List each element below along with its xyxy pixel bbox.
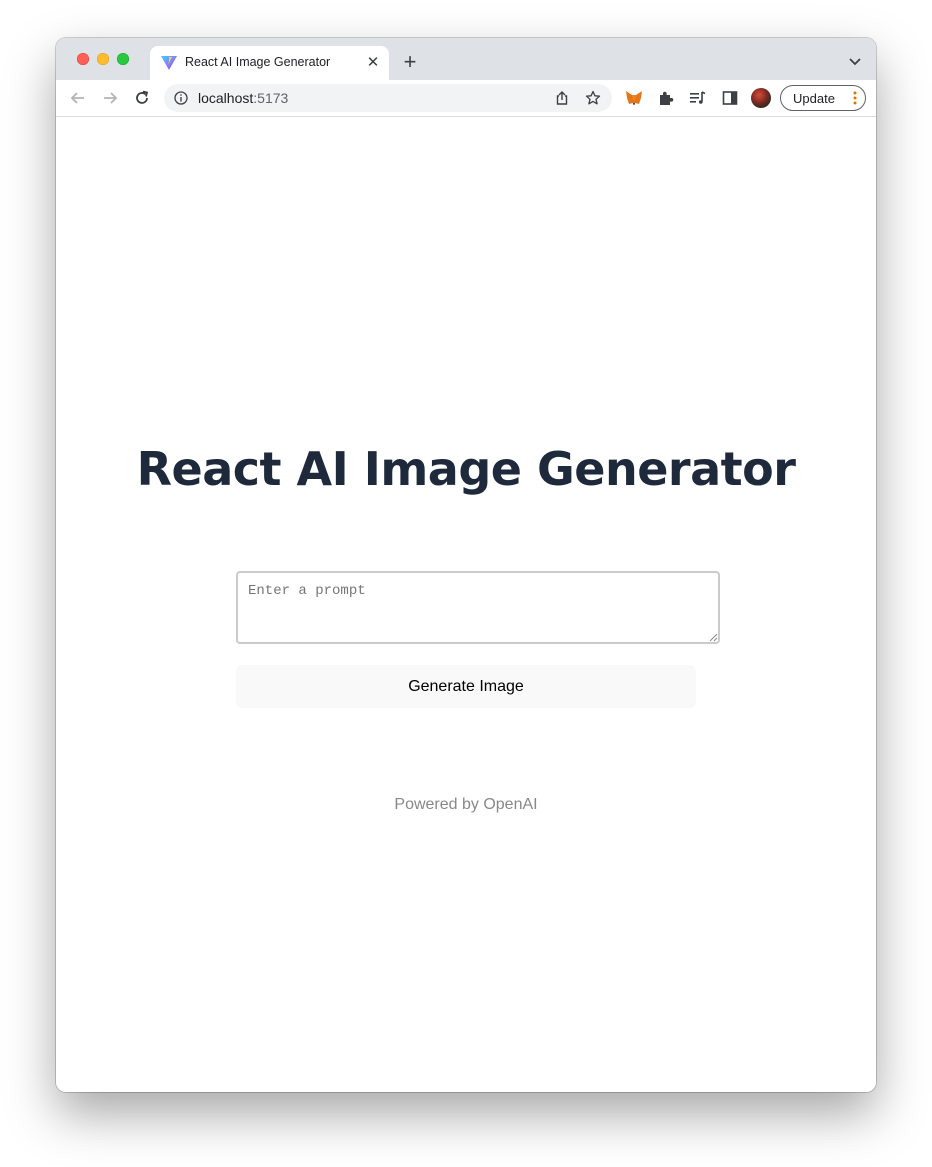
reload-icon[interactable]	[132, 88, 152, 108]
browser-window: React AI Image Generator ✕ + localhost:5…	[56, 38, 876, 1092]
media-queue-icon[interactable]	[688, 88, 708, 108]
extensions-puzzle-icon[interactable]	[656, 88, 676, 108]
address-bar[interactable]: localhost:5173	[164, 84, 612, 112]
profile-avatar[interactable]	[751, 88, 771, 108]
vite-favicon-icon	[161, 56, 177, 70]
update-button[interactable]: Update	[780, 85, 866, 111]
bookmark-star-icon[interactable]	[585, 90, 601, 106]
metamask-fox-icon[interactable]	[624, 88, 644, 108]
site-info-icon[interactable]	[174, 91, 188, 105]
tab-close-icon[interactable]: ✕	[363, 53, 383, 73]
share-icon[interactable]	[554, 90, 570, 106]
url-host: localhost	[198, 90, 254, 106]
new-tab-icon[interactable]: +	[399, 51, 421, 73]
tab-strip: React AI Image Generator ✕ +	[56, 38, 876, 80]
textarea-resize-grip-icon[interactable]	[708, 632, 718, 642]
side-panel-icon[interactable]	[720, 88, 740, 108]
url-text: localhost:5173	[198, 90, 288, 106]
close-window-button[interactable]	[77, 53, 89, 65]
page-title: React AI Image Generator	[136, 442, 796, 496]
prompt-input[interactable]	[236, 571, 720, 644]
powered-by-text: Powered by OpenAI	[394, 796, 538, 813]
tab-react-ai-image-generator[interactable]: React AI Image Generator ✕	[150, 46, 389, 80]
generate-image-button[interactable]: Generate Image	[236, 665, 696, 708]
kebab-menu-icon[interactable]	[853, 90, 857, 106]
page-content: React AI Image Generator Generate Image …	[56, 117, 876, 1092]
tab-title: React AI Image Generator	[185, 55, 331, 69]
tab-search-chevron-icon[interactable]	[846, 52, 864, 70]
forward-arrow-icon[interactable]	[100, 88, 120, 108]
url-port: :5173	[253, 90, 289, 106]
browser-toolbar: localhost:5173 Update	[56, 80, 876, 117]
maximize-window-button[interactable]	[117, 53, 129, 65]
minimize-window-button[interactable]	[97, 53, 109, 65]
back-arrow-icon[interactable]	[68, 88, 88, 108]
update-label: Update	[793, 91, 835, 106]
